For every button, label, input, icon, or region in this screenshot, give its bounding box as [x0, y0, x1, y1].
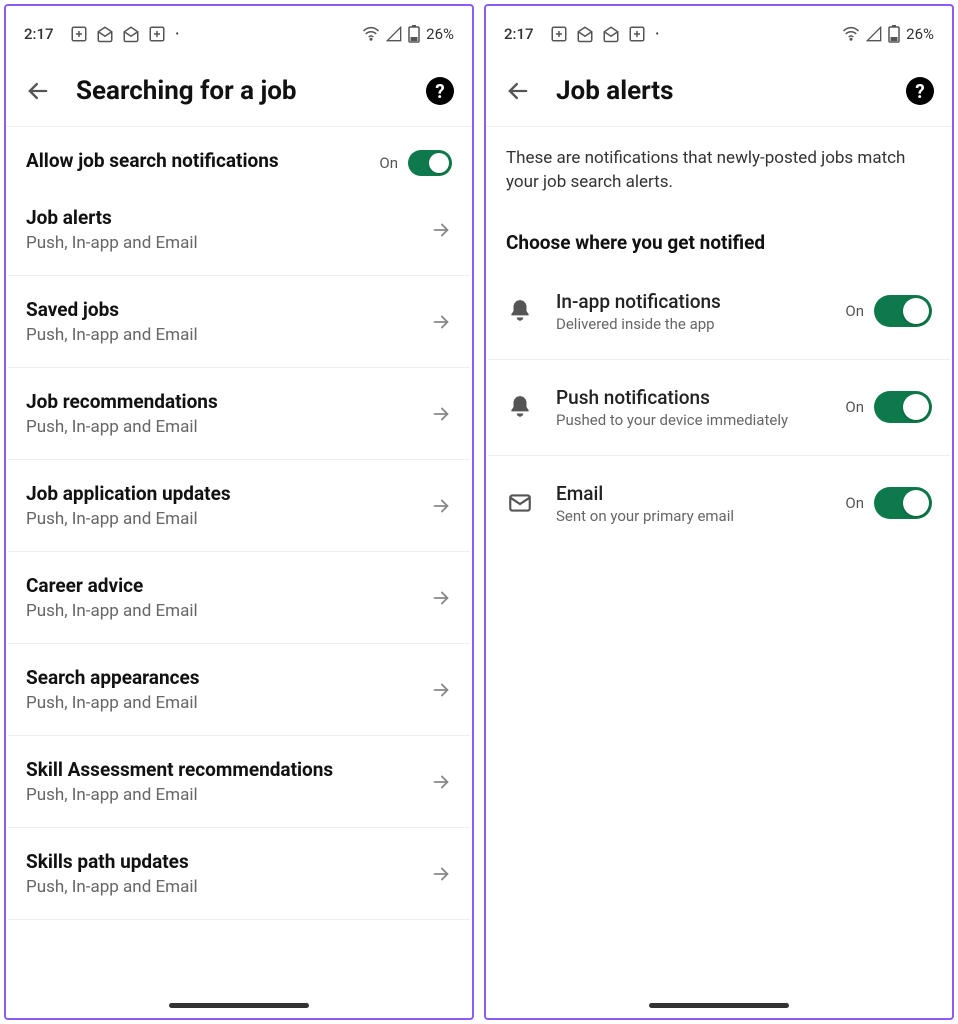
status-bar: 2:17 • 26% — [486, 6, 952, 62]
mail-open-icon — [576, 25, 594, 43]
allow-notifications-toggle[interactable] — [408, 150, 452, 176]
setting-row[interactable]: Job alerts Push, In-app and Email — [8, 184, 470, 276]
setting-sub: Push, In-app and Email — [26, 693, 418, 713]
status-dot: • — [656, 29, 659, 40]
setting-title: Skill Assessment recommendations — [26, 758, 418, 781]
signal-icon — [386, 26, 402, 42]
setting-sub: Push, In-app and Email — [26, 233, 418, 253]
channel-toggle[interactable] — [874, 295, 932, 327]
bell-icon — [506, 394, 534, 420]
status-icon-4 — [628, 25, 646, 43]
status-icon-1 — [550, 25, 568, 43]
signal-icon — [866, 26, 882, 42]
status-time: 2:17 — [24, 25, 54, 43]
chevron-right-icon — [430, 495, 452, 517]
setting-title: Skills path updates — [26, 850, 418, 873]
back-button[interactable] — [24, 77, 52, 105]
setting-title: Job alerts — [26, 206, 418, 229]
channel-title: Push notifications — [556, 386, 823, 409]
content-right: These are notifications that newly-poste… — [486, 127, 952, 1018]
intro-text: These are notifications that newly-poste… — [488, 127, 950, 205]
setting-row[interactable]: Job application updates Push, In-app and… — [8, 460, 470, 552]
chevron-right-icon — [430, 311, 452, 333]
bell-icon — [506, 298, 534, 324]
page-title: Job alerts — [556, 76, 882, 106]
page-title: Searching for a job — [76, 76, 402, 106]
channel-toggle[interactable] — [874, 487, 932, 519]
phone-right: 2:17 • 26% Job alerts ? These are notifi… — [484, 4, 954, 1020]
app-header: Job alerts ? — [486, 62, 952, 127]
wifi-icon — [842, 25, 860, 43]
setting-row[interactable]: Skills path updates Push, In-app and Ema… — [8, 828, 470, 920]
home-indicator[interactable] — [169, 1003, 309, 1008]
setting-sub: Push, In-app and Email — [26, 785, 418, 805]
battery-text: 26% — [906, 25, 934, 43]
status-dot: • — [176, 29, 179, 40]
setting-title: Career advice — [26, 574, 418, 597]
setting-title: Saved jobs — [26, 298, 418, 321]
notification-channel-row[interactable]: In-app notifications Delivered inside th… — [488, 264, 950, 360]
chevron-right-icon — [430, 587, 452, 609]
toggle-state-text: On — [845, 494, 864, 512]
setting-sub: Push, In-app and Email — [26, 325, 418, 345]
setting-title: Job recommendations — [26, 390, 418, 413]
status-icon-1 — [70, 25, 88, 43]
chevron-right-icon — [430, 403, 452, 425]
toggle-state-text: On — [379, 154, 398, 172]
channel-title: Email — [556, 482, 823, 505]
mail-open-icon-2 — [602, 25, 620, 43]
battery-icon — [888, 25, 900, 43]
help-button[interactable]: ? — [426, 77, 454, 105]
chevron-right-icon — [430, 679, 452, 701]
channel-title: In-app notifications — [556, 290, 823, 313]
setting-title: Job application updates — [26, 482, 418, 505]
setting-title: Search appearances — [26, 666, 418, 689]
channel-toggle[interactable] — [874, 391, 932, 423]
mail-icon — [506, 490, 534, 516]
mail-open-icon-2 — [122, 25, 140, 43]
setting-sub: Push, In-app and Email — [26, 509, 418, 529]
setting-row[interactable]: Skill Assessment recommendations Push, I… — [8, 736, 470, 828]
status-time: 2:17 — [504, 25, 534, 43]
chevron-right-icon — [430, 771, 452, 793]
battery-text: 26% — [426, 25, 454, 43]
setting-row[interactable]: Saved jobs Push, In-app and Email — [8, 276, 470, 368]
chevron-right-icon — [430, 863, 452, 885]
notification-channel-row[interactable]: Push notifications Pushed to your device… — [488, 360, 950, 456]
allow-notifications-row[interactable]: Allow job search notifications On — [8, 127, 470, 184]
setting-row[interactable]: Search appearances Push, In-app and Emai… — [8, 644, 470, 736]
chevron-right-icon — [430, 219, 452, 241]
status-icon-4 — [148, 25, 166, 43]
section-heading: Choose where you get notified — [488, 205, 950, 264]
toggle-state-text: On — [845, 302, 864, 320]
setting-sub: Push, In-app and Email — [26, 601, 418, 621]
allow-notifications-label: Allow job search notifications — [26, 149, 367, 172]
help-button[interactable]: ? — [906, 77, 934, 105]
channel-sub: Delivered inside the app — [556, 315, 823, 333]
notification-channel-row[interactable]: Email Sent on your primary email On — [488, 456, 950, 551]
setting-sub: Push, In-app and Email — [26, 877, 418, 897]
battery-icon — [408, 25, 420, 43]
channel-sub: Pushed to your device immediately — [556, 411, 823, 429]
phone-left: 2:17 • 26% Searching for a job ? Allow j… — [4, 4, 474, 1020]
setting-sub: Push, In-app and Email — [26, 417, 418, 437]
setting-row[interactable]: Career advice Push, In-app and Email — [8, 552, 470, 644]
wifi-icon — [362, 25, 380, 43]
back-button[interactable] — [504, 77, 532, 105]
app-header: Searching for a job ? — [6, 62, 472, 127]
content-left: Allow job search notifications On Job al… — [6, 127, 472, 1018]
mail-open-icon — [96, 25, 114, 43]
toggle-state-text: On — [845, 398, 864, 416]
setting-row[interactable]: Job recommendations Push, In-app and Ema… — [8, 368, 470, 460]
status-bar: 2:17 • 26% — [6, 6, 472, 62]
home-indicator[interactable] — [649, 1003, 789, 1008]
channel-sub: Sent on your primary email — [556, 507, 823, 525]
